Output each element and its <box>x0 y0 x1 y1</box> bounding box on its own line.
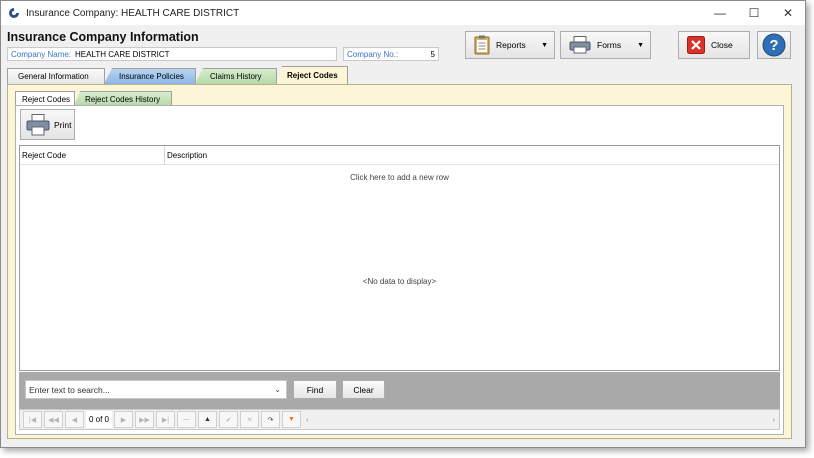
tab-claims-history[interactable]: Claims History <box>195 68 277 84</box>
company-name-field[interactable]: Company Name: HEALTH CARE DISTRICT <box>7 47 337 61</box>
search-input[interactable]: Enter text to search... ⌄ <box>25 380 287 399</box>
print-label: Print <box>54 119 72 130</box>
save-record-icon[interactable]: ✔ <box>219 411 238 428</box>
sub-tabs: Reject Codes Reject Codes History <box>15 91 172 106</box>
next-record-icon[interactable]: ▶ <box>114 411 133 428</box>
print-button[interactable]: Print <box>20 109 75 140</box>
forms-dropdown-icon: ▼ <box>637 41 644 49</box>
refresh-icon[interactable]: ↷ <box>261 411 280 428</box>
maximize-button[interactable]: ☐ <box>737 1 771 25</box>
help-button[interactable]: ? <box>757 31 791 59</box>
forms-button[interactable]: Forms ▼ <box>560 31 651 59</box>
forms-label: Forms <box>597 40 622 50</box>
company-name-label: Company Name: <box>11 49 72 59</box>
next-page-icon[interactable]: ▶▶ <box>135 411 154 428</box>
window-title: Insurance Company: HEALTH CARE DISTRICT <box>26 7 240 19</box>
company-name-value: HEALTH CARE DISTRICT <box>75 49 170 59</box>
delete-record-icon[interactable]: — <box>177 411 196 428</box>
column-header-reject-code[interactable]: Reject Code <box>20 146 165 165</box>
minimize-button[interactable]: — <box>703 1 737 25</box>
close-icon <box>687 36 705 54</box>
reject-codes-panel: Reject Codes Reject Codes History Print … <box>7 84 792 439</box>
search-panel: Enter text to search... ⌄ Find Clear <box>19 372 780 409</box>
search-placeholder: Enter text to search... <box>29 384 110 395</box>
previous-record-icon[interactable]: ◀ <box>65 411 84 428</box>
subtab-reject-codes-history[interactable]: Reject Codes History <box>74 91 172 106</box>
scroll-right-icon[interactable]: › <box>772 415 775 424</box>
page-title: Insurance Company Information <box>7 30 199 44</box>
app-logo-icon <box>9 8 19 18</box>
close-label: Close <box>711 40 733 50</box>
clear-button[interactable]: Clear <box>342 380 385 399</box>
chevron-down-icon[interactable]: ⌄ <box>274 385 281 394</box>
main-tabs: General Information Insurance Policies C… <box>7 66 348 84</box>
clipboard-icon <box>474 35 490 55</box>
subtab-reject-codes[interactable]: Reject Codes <box>15 91 75 106</box>
company-no-label: Company No.: <box>347 49 399 59</box>
reports-label: Reports <box>496 40 526 50</box>
page-indicator: 0 of 0 <box>86 411 112 428</box>
scroll-left-icon[interactable]: ‹ <box>306 415 309 424</box>
grid-header: Reject Code Description <box>20 146 779 165</box>
data-navigator: |◀ ◀◀ ◀ 0 of 0 ▶ ▶▶ ▶| — ▲ ✔ ✕ ↷ ▼ ‹ › <box>19 409 780 430</box>
cancel-edit-icon[interactable]: ✕ <box>240 411 259 428</box>
window-close-button[interactable]: ✕ <box>771 1 805 25</box>
insurance-company-window: Insurance Company: HEALTH CARE DISTRICT … <box>0 0 806 448</box>
previous-page-icon[interactable]: ◀◀ <box>44 411 63 428</box>
help-icon: ? <box>762 33 786 57</box>
last-page-icon[interactable]: ▶| <box>156 411 175 428</box>
filter-icon[interactable]: ▼ <box>282 411 301 428</box>
reject-codes-grid: Reject Code Description Click here to ad… <box>19 145 780 371</box>
reports-button[interactable]: Reports ▼ <box>465 31 555 59</box>
first-page-icon[interactable]: |◀ <box>23 411 42 428</box>
company-no-field[interactable]: Company No.: 5 <box>343 47 439 61</box>
printer-icon <box>569 36 591 54</box>
svg-text:?: ? <box>769 37 778 54</box>
title-bar: Insurance Company: HEALTH CARE DISTRICT … <box>1 1 805 25</box>
close-button[interactable]: Close <box>678 31 750 59</box>
tab-reject-codes[interactable]: Reject Codes <box>276 66 348 84</box>
tab-general-information[interactable]: General Information <box>7 68 105 84</box>
insert-record-icon[interactable]: ▲ <box>198 411 217 428</box>
add-new-row[interactable]: Click here to add a new row <box>20 173 779 182</box>
reports-dropdown-icon: ▼ <box>541 41 548 49</box>
printer-icon <box>26 113 50 136</box>
no-data-message: <No data to display> <box>362 277 437 286</box>
column-header-description[interactable]: Description <box>165 146 207 165</box>
tab-insurance-policies[interactable]: Insurance Policies <box>104 68 196 84</box>
find-button[interactable]: Find <box>293 380 337 399</box>
reject-codes-subpanel: Print Reject Code Description Click here… <box>15 105 784 435</box>
company-no-value: 5 <box>430 49 435 59</box>
